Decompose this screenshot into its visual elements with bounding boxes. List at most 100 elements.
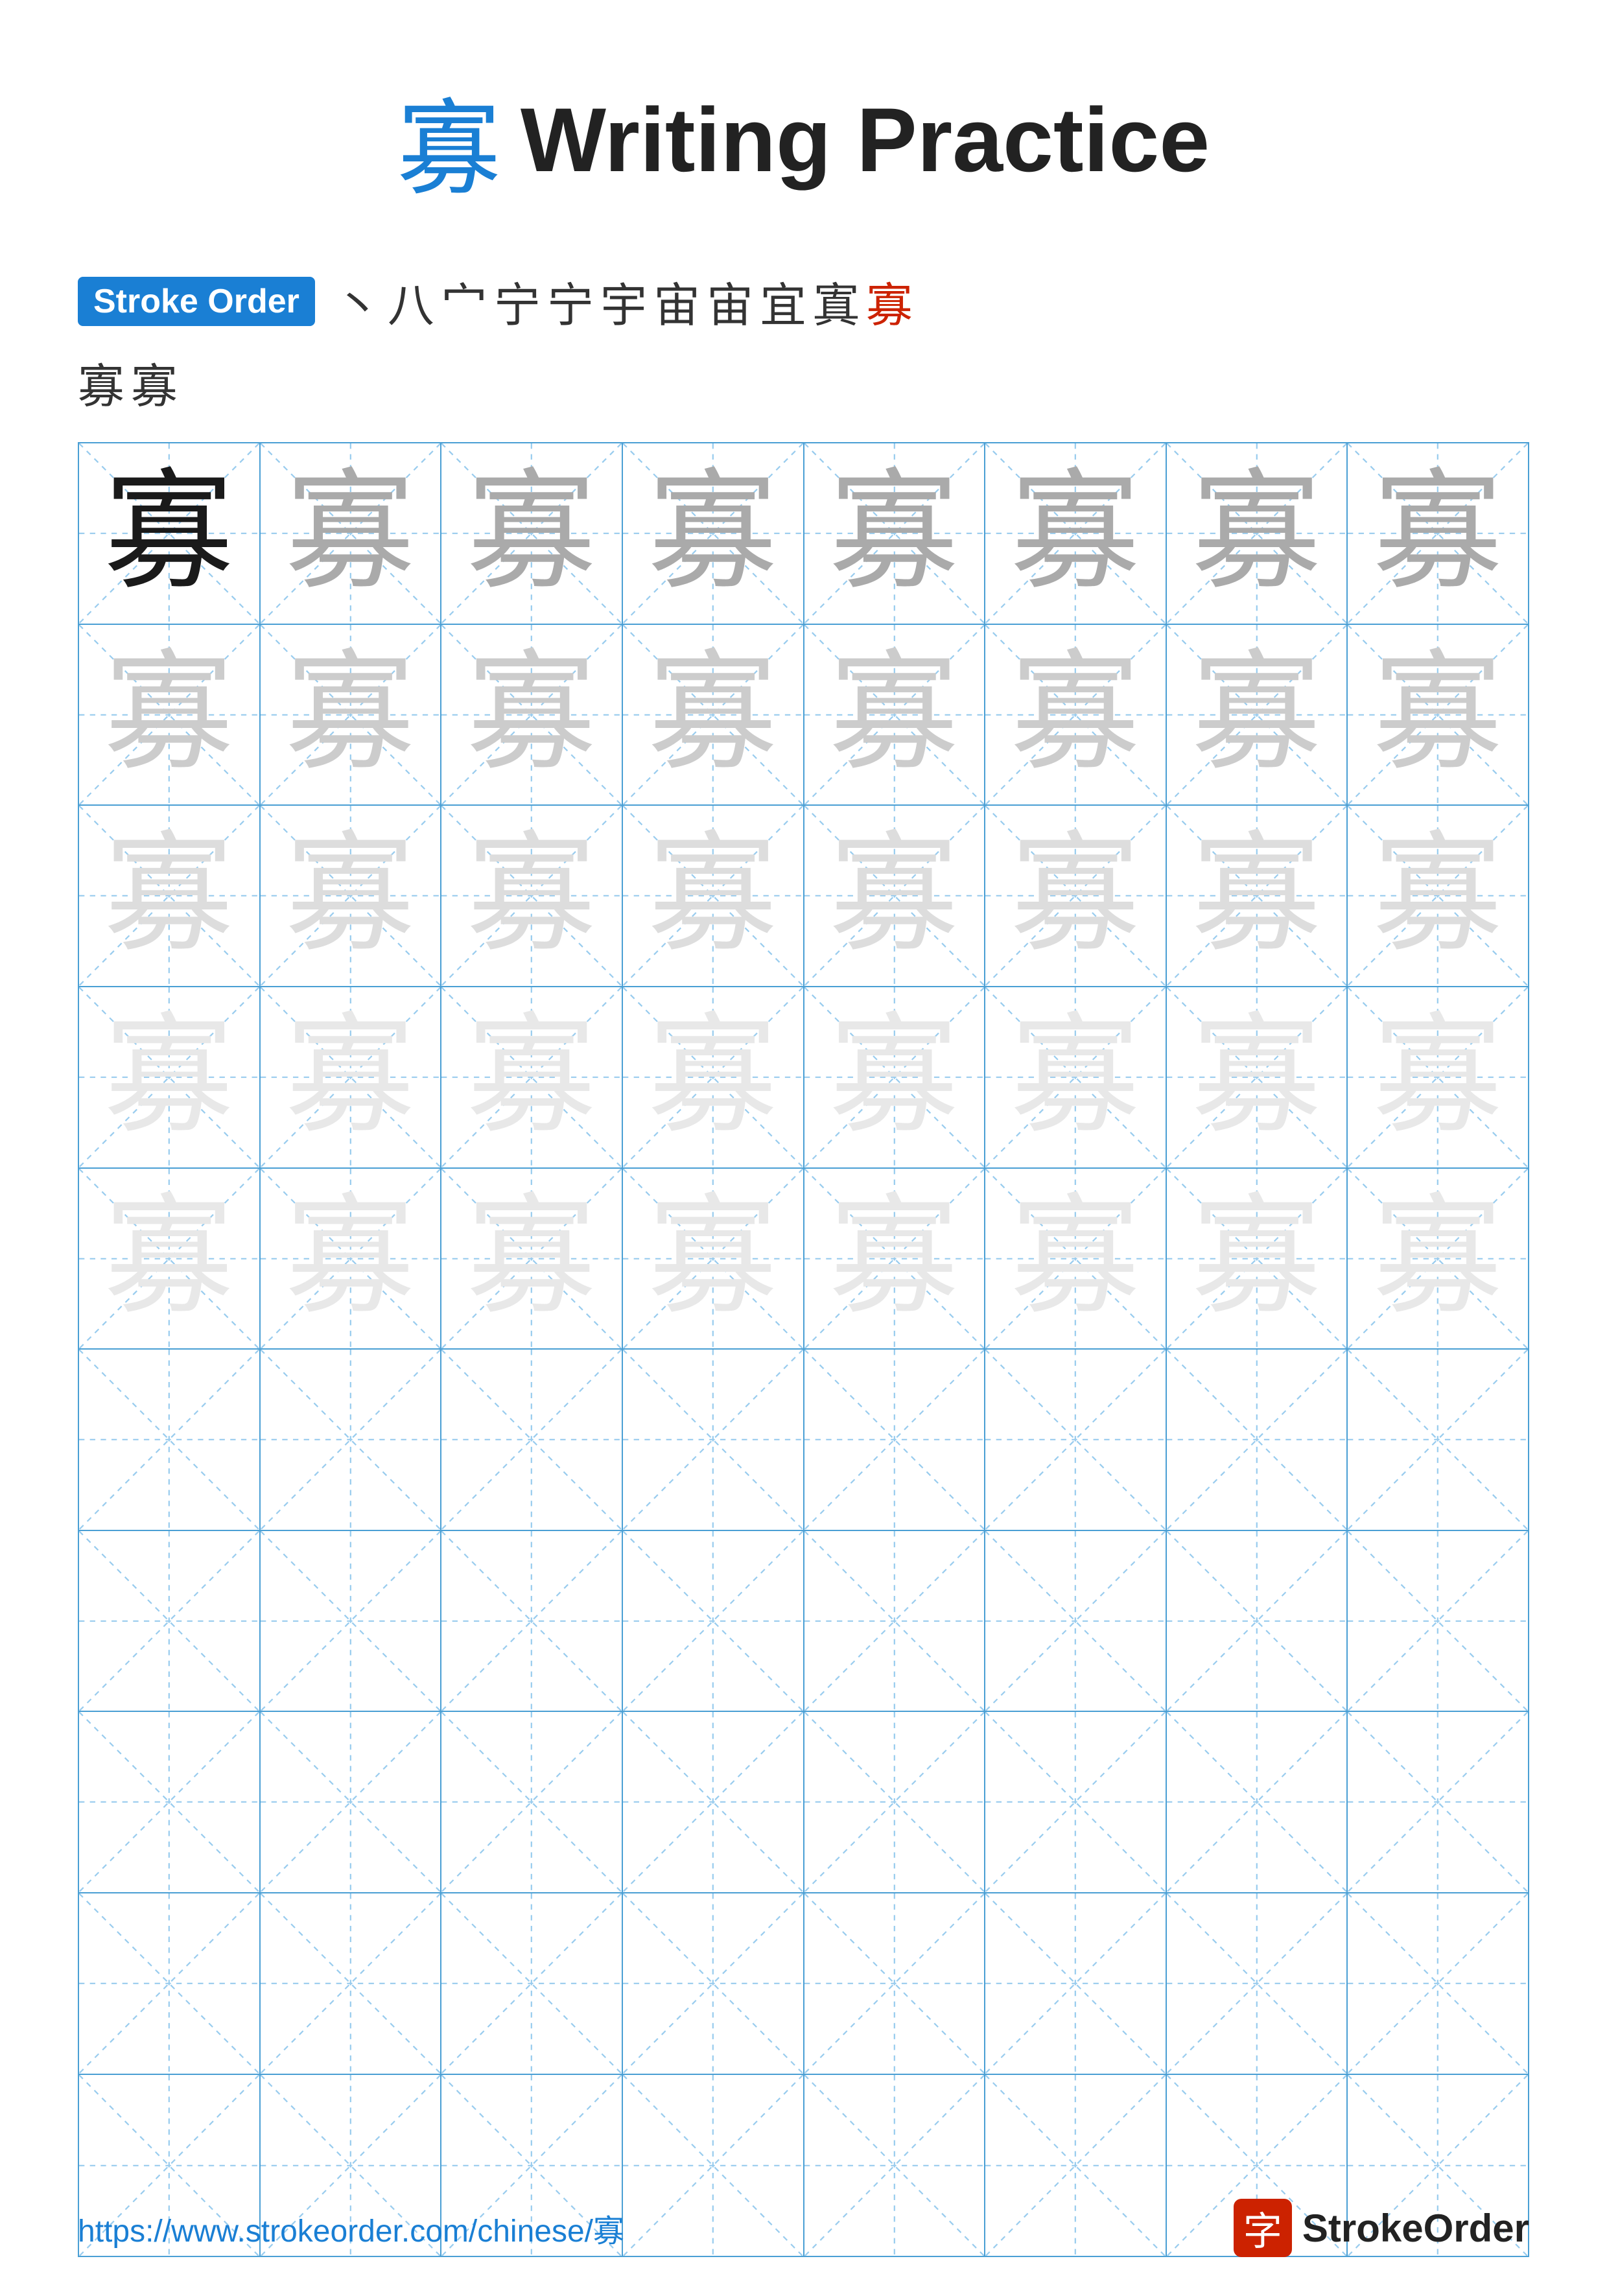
grid-cell-7-1[interactable] — [261, 1712, 442, 1893]
practice-char-4-3: 寡 — [648, 1193, 778, 1323]
grid-cell-8-5[interactable] — [985, 1893, 1167, 2075]
grid-cell-6-2[interactable] — [441, 1531, 623, 1713]
grid-cell-2-3[interactable]: 寡 — [623, 806, 804, 987]
grid-cell-0-1[interactable]: 寡 — [261, 443, 442, 625]
grid-cell-1-3[interactable]: 寡 — [623, 625, 804, 806]
stroke-order-badge: Stroke Order — [78, 277, 315, 326]
grid-cell-2-1[interactable]: 寡 — [261, 806, 442, 987]
cell-guides — [1167, 1893, 1347, 2074]
grid-cell-6-4[interactable] — [804, 1531, 986, 1713]
grid-cell-3-3[interactable]: 寡 — [623, 987, 804, 1169]
grid-cell-1-4[interactable]: 寡 — [804, 625, 986, 806]
grid-cell-4-2[interactable]: 寡 — [441, 1169, 623, 1350]
grid-cell-2-0[interactable]: 寡 — [79, 806, 261, 987]
cell-guides — [804, 1893, 985, 2074]
grid-cell-8-3[interactable] — [623, 1893, 804, 2075]
grid-cell-8-4[interactable] — [804, 1893, 986, 2075]
stroke-row2-0: 寡 — [78, 348, 124, 416]
grid-cell-6-5[interactable] — [985, 1531, 1167, 1713]
grid-cell-5-2[interactable] — [441, 1350, 623, 1531]
footer-url[interactable]: https://www.strokeorder.com/chinese/寡 — [78, 2205, 624, 2251]
grid-cell-7-6[interactable] — [1167, 1712, 1348, 1893]
grid-cell-6-0[interactable] — [79, 1531, 261, 1713]
grid-cell-3-6[interactable]: 寡 — [1167, 987, 1348, 1169]
grid-cell-3-1[interactable]: 寡 — [261, 987, 442, 1169]
grid-cell-4-4[interactable]: 寡 — [804, 1169, 986, 1350]
grid-cell-8-1[interactable] — [261, 1893, 442, 2075]
grid-cell-0-3[interactable]: 寡 — [623, 443, 804, 625]
grid-cell-4-0[interactable]: 寡 — [79, 1169, 261, 1350]
practice-char-4-7: 寡 — [1373, 1193, 1503, 1323]
grid-cell-2-6[interactable]: 寡 — [1167, 806, 1348, 987]
grid-cell-4-5[interactable]: 寡 — [985, 1169, 1167, 1350]
grid-cell-0-0[interactable]: 寡 — [79, 443, 261, 625]
grid-cell-0-5[interactable]: 寡 — [985, 443, 1167, 625]
title-section: 寡 Writing Practice — [397, 65, 1210, 215]
cell-guides — [1348, 1893, 1528, 2074]
grid-cell-2-4[interactable]: 寡 — [804, 806, 986, 987]
cell-guides — [985, 1350, 1166, 1530]
grid-cell-3-0[interactable]: 寡 — [79, 987, 261, 1169]
stroke-row2: 寡寡 — [78, 348, 178, 416]
grid-cell-7-3[interactable] — [623, 1712, 804, 1893]
grid-cell-7-7[interactable] — [1348, 1712, 1528, 1893]
practice-char-0-4: 寡 — [829, 469, 959, 598]
stroke-step-5: 宇 — [600, 267, 647, 335]
grid-cell-3-4[interactable]: 寡 — [804, 987, 986, 1169]
grid-cell-0-6[interactable]: 寡 — [1167, 443, 1348, 625]
stroke-step-7: 宙 — [707, 267, 753, 335]
cell-guides — [441, 1531, 622, 1711]
grid-cell-4-6[interactable]: 寡 — [1167, 1169, 1348, 1350]
grid-cell-0-7[interactable]: 寡 — [1348, 443, 1528, 625]
grid-cell-8-6[interactable] — [1167, 1893, 1348, 2075]
grid-cell-7-4[interactable] — [804, 1712, 986, 1893]
cell-guides — [623, 1350, 803, 1530]
grid-cell-5-5[interactable] — [985, 1350, 1167, 1531]
grid-cell-5-4[interactable] — [804, 1350, 986, 1531]
grid-cell-2-7[interactable]: 寡 — [1348, 806, 1528, 987]
grid-cell-8-0[interactable] — [79, 1893, 261, 2075]
grid-cell-4-1[interactable]: 寡 — [261, 1169, 442, 1350]
grid-cell-2-5[interactable]: 寡 — [985, 806, 1167, 987]
grid-cell-4-7[interactable]: 寡 — [1348, 1169, 1528, 1350]
grid-cell-6-1[interactable] — [261, 1531, 442, 1713]
grid-cell-1-1[interactable]: 寡 — [261, 625, 442, 806]
grid-cell-1-6[interactable]: 寡 — [1167, 625, 1348, 806]
grid-cell-6-6[interactable] — [1167, 1531, 1348, 1713]
footer-logo-text: StrokeOrder — [1302, 2206, 1529, 2251]
grid-cell-8-2[interactable] — [441, 1893, 623, 2075]
grid-cell-1-0[interactable]: 寡 — [79, 625, 261, 806]
grid-cell-3-7[interactable]: 寡 — [1348, 987, 1528, 1169]
grid-cell-7-0[interactable] — [79, 1712, 261, 1893]
cell-guides — [79, 1350, 259, 1530]
grid-cell-5-3[interactable] — [623, 1350, 804, 1531]
grid-cell-3-2[interactable]: 寡 — [441, 987, 623, 1169]
grid-cell-0-4[interactable]: 寡 — [804, 443, 986, 625]
practice-char-1-2: 寡 — [467, 650, 596, 779]
grid-cell-3-5[interactable]: 寡 — [985, 987, 1167, 1169]
grid-cell-5-7[interactable] — [1348, 1350, 1528, 1531]
grid-cell-5-6[interactable] — [1167, 1350, 1348, 1531]
grid-cell-8-7[interactable] — [1348, 1893, 1528, 2075]
footer-logo: 字 StrokeOrder — [1234, 2199, 1529, 2257]
grid-cell-4-3[interactable]: 寡 — [623, 1169, 804, 1350]
grid-cell-5-1[interactable] — [261, 1350, 442, 1531]
cell-guides — [441, 1350, 622, 1530]
practice-char-3-7: 寡 — [1373, 1013, 1503, 1142]
grid-cell-6-7[interactable] — [1348, 1531, 1528, 1713]
cell-guides — [1167, 1712, 1347, 1892]
grid-cell-0-2[interactable]: 寡 — [441, 443, 623, 625]
grid-cell-1-5[interactable]: 寡 — [985, 625, 1167, 806]
grid-cell-6-3[interactable] — [623, 1531, 804, 1713]
practice-char-0-6: 寡 — [1192, 469, 1322, 598]
grid-cell-7-2[interactable] — [441, 1712, 623, 1893]
cell-guides — [804, 1531, 985, 1711]
grid-cell-5-0[interactable] — [79, 1350, 261, 1531]
practice-char-0-3: 寡 — [648, 469, 778, 598]
practice-char-1-5: 寡 — [1011, 650, 1140, 779]
grid-row-3: 寡寡寡寡寡寡寡寡 — [79, 987, 1528, 1169]
grid-cell-2-2[interactable]: 寡 — [441, 806, 623, 987]
grid-cell-1-7[interactable]: 寡 — [1348, 625, 1528, 806]
grid-cell-1-2[interactable]: 寡 — [441, 625, 623, 806]
grid-cell-7-5[interactable] — [985, 1712, 1167, 1893]
